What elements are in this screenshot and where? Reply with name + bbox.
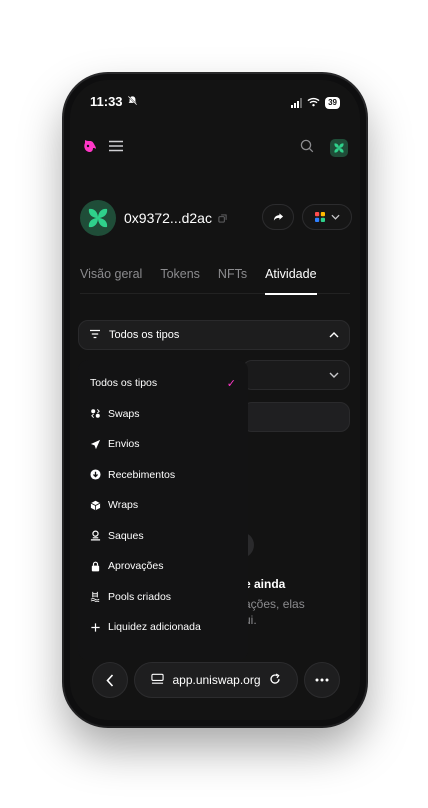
dropdown-item-pools-criados[interactable]: Pools criados [78,582,248,613]
wallet-address-text: 0x9372...d2ac [124,210,212,226]
dropdown-item-label: Pools criados [108,590,172,603]
more-dots-icon [315,678,329,682]
chevron-down-icon [330,214,340,220]
dropdown-item-label: Todos os tipos [90,377,158,390]
lock-icon [90,561,101,572]
battery-indicator: 39 [325,97,340,109]
reload-icon[interactable] [269,672,281,688]
dropdown-item-label: Swaps [108,407,140,420]
filter-icon [89,329,101,342]
filter-label: Todos os tipos [109,329,180,341]
hamburger-menu-icon[interactable] [108,139,124,157]
copy-icon[interactable] [218,210,227,226]
phone-frame: 11:33 39 0x9372...d2ac Visão geral Token… [64,74,366,726]
tab-tokens[interactable]: Tokens [160,266,218,294]
top-nav [82,136,348,160]
address-bar[interactable]: app.uniswap.org [134,662,298,698]
dropdown-scroll-fade [78,636,248,660]
back-button[interactable] [92,662,128,698]
clover-icon [88,208,108,228]
wifi-icon [307,94,320,112]
chevron-left-icon [106,673,114,687]
plus-icon [90,622,101,633]
wrap-icon [90,500,101,511]
swap-icon [90,408,101,419]
bell-muted-icon [127,94,138,109]
share-button[interactable] [262,204,294,230]
dropdown-item-todos-os-tipos[interactable]: Todos os tipos ✓ [78,368,248,399]
browser-toolbar: app.uniswap.org [92,662,340,698]
url-text: app.uniswap.org [172,673,261,687]
search-icon[interactable] [300,139,314,158]
screen: 11:33 39 0x9372...d2ac Visão geral Token… [70,80,360,720]
activity-type-filter[interactable]: Todos os tipos [78,320,350,350]
dropdown-item-label: Recebimentos [108,468,176,481]
secondary-select[interactable] [242,360,350,390]
tab-nfts[interactable]: NFTs [218,266,265,294]
check-icon: ✓ [226,377,236,390]
site-settings-icon[interactable] [151,673,165,688]
chevron-up-icon [329,329,339,341]
dropdown-item-wraps[interactable]: Wraps [78,490,248,521]
activity-type-dropdown: Todos os tipos ✓ Swaps Envios Recebiment… [78,360,248,660]
signal-icon [291,98,303,108]
status-indicators: 39 [291,94,340,112]
tab-visao-geral[interactable]: Visão geral [80,266,160,294]
tab-atividade[interactable]: Atividade [265,266,317,295]
share-arrow-icon [273,213,283,221]
status-time: 11:33 [90,94,138,109]
empty-state-description-line1: ações, elas [244,597,305,611]
wallet-apps-button[interactable] [302,204,352,230]
search-field-background[interactable] [242,402,350,432]
dropdown-item-label: Liquidez adicionada [108,621,201,634]
uniswap-logo-icon[interactable] [82,138,98,159]
dropdown-item-label: Aprovações [108,560,164,573]
apps-grid-icon [314,212,325,222]
status-time-text: 11:33 [90,94,123,109]
chevron-down-icon [329,372,339,378]
dropdown-item-label: Saques [108,529,144,542]
dropdown-item-envios[interactable]: Envios [78,429,248,460]
wallet-avatar [80,200,116,236]
wallet-address[interactable]: 0x9372...d2ac [124,210,227,226]
empty-state-title: e ainda [244,577,286,591]
pool-icon [90,591,101,603]
dropdown-item-swaps[interactable]: Swaps [78,399,248,430]
send-icon [90,439,101,450]
dropdown-item-recebimentos[interactable]: Recebimentos [78,460,248,491]
withdraw-icon [90,530,101,541]
more-button[interactable] [304,662,340,698]
receive-icon [90,469,101,480]
dropdown-item-label: Wraps [108,499,139,512]
dropdown-item-aprovacoes[interactable]: Aprovações [78,551,248,582]
account-avatar-icon[interactable] [330,139,348,157]
dropdown-item-label: Envios [108,438,140,451]
dropdown-item-saques[interactable]: Saques [78,521,248,552]
account-tabs: Visão geral Tokens NFTs Atividade [80,266,350,295]
